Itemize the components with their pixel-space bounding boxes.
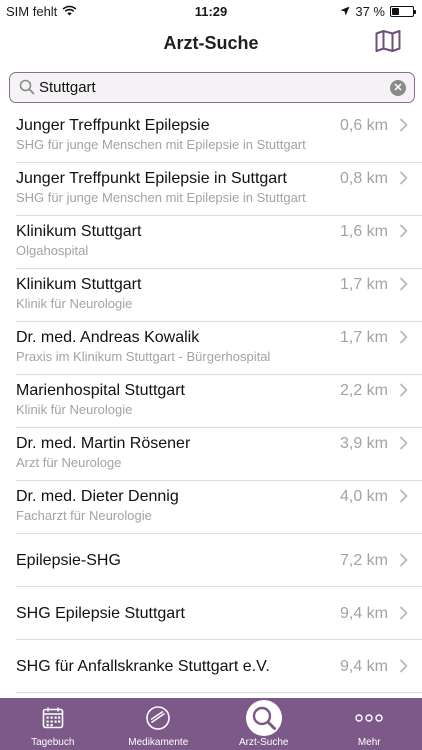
item-title: Dr. med. Andreas Kowalik (16, 329, 200, 346)
item-distance: 4,0 km (339, 488, 388, 505)
nav-bar: Arzt-Suche (0, 22, 422, 66)
item-title: Dr. med. Martin Rösener (16, 435, 191, 452)
item-distance: 3,9 km (339, 435, 388, 452)
search-icon (245, 700, 282, 736)
item-title: Epilepsie-SHG (16, 552, 121, 569)
close-icon: ✕ (393, 82, 403, 94)
item-subtitle: Klinik für Neurologie (16, 402, 133, 417)
list-item[interactable]: SHG Epilepsie Stuttgart 9,4 km (16, 587, 422, 640)
chevron-right-icon (399, 277, 409, 291)
chevron-right-icon (399, 224, 409, 238)
item-subtitle: SHG für junge Menschen mit Epilepsie in … (16, 137, 306, 152)
item-title: Marienhospital Stuttgart (16, 382, 185, 399)
tab-bar: Tagebuch Medikamente Arzt-Suche Mehr (0, 698, 422, 750)
page-title: Arzt-Suche (163, 33, 259, 53)
location-arrow-icon (340, 4, 350, 19)
item-distance: 1,7 km (339, 329, 388, 346)
list-item[interactable]: Epilepsie-SHG 7,2 km (16, 534, 422, 587)
pill-icon (144, 704, 172, 732)
tab-tagebuch[interactable]: Tagebuch (0, 698, 106, 750)
more-icon (355, 704, 383, 732)
tab-label: Mehr (357, 737, 381, 748)
item-distance: 9,4 km (339, 605, 388, 622)
item-title: Klinikum Stuttgart (16, 276, 142, 293)
item-title: SHG Epilepsie Stuttgart (16, 605, 185, 622)
calendar-icon (39, 704, 67, 732)
item-subtitle: SHG für junge Menschen mit Epilepsie in … (16, 190, 306, 205)
item-subtitle: Arzt für Neurologe (16, 455, 122, 470)
item-subtitle: Praxis im Klinikum Stuttgart - Bürgerhos… (16, 349, 271, 364)
map-button[interactable] (374, 29, 402, 57)
item-distance: 7,2 km (339, 552, 388, 569)
map-icon (375, 29, 401, 57)
list-item[interactable]: Klinikum Stuttgart Olgahospital 1,6 km (16, 216, 422, 269)
tab-label: Medikamente (128, 737, 189, 748)
search-icon (19, 79, 35, 95)
item-distance: 1,6 km (339, 223, 388, 240)
list-item[interactable]: Junger Treffpunkt Epilepsie SHG für junge… (16, 110, 422, 163)
tab-medikamente[interactable]: Medikamente (106, 698, 212, 750)
chevron-right-icon (399, 436, 409, 450)
list-item[interactable]: Dr. med. Andreas Kowalik Praxis im Klinik… (16, 322, 422, 375)
chevron-right-icon (399, 383, 409, 397)
list-item[interactable]: Dr. med. Martin Rösener Arzt für Neurolog… (16, 428, 422, 481)
results-list[interactable]: Junger Treffpunkt Epilepsie SHG für junge… (0, 110, 422, 698)
tab-arzt-suche[interactable]: Arzt-Suche (211, 698, 317, 750)
chevron-right-icon (399, 330, 409, 344)
item-subtitle: Olgahospital (16, 243, 89, 258)
tab-label: Arzt-Suche (239, 737, 289, 748)
item-title: Dr. med. Dieter Dennig (16, 488, 179, 505)
battery-icon (390, 6, 416, 17)
chevron-right-icon (399, 553, 409, 567)
search-bar: ✕ (9, 72, 415, 103)
item-distance: 0,8 km (339, 170, 388, 187)
item-distance: 1,7 km (339, 276, 388, 293)
item-title: Klinikum Stuttgart (16, 223, 142, 240)
item-distance: 2,2 km (339, 382, 388, 399)
chevron-right-icon (399, 118, 409, 132)
item-title: Junger Treffpunkt Epilepsie (16, 117, 210, 134)
chevron-right-icon (399, 659, 409, 673)
list-item[interactable]: SHG für Anfallskranke Stuttgart e.V. 9,4 … (16, 640, 422, 693)
battery-percent: 37 % (355, 4, 385, 19)
list-item[interactable]: Junger Treffpunkt Epilepsie in Suttgart S… (16, 163, 422, 216)
list-item[interactable]: Dr. med. Dieter Dennig Facharzt für Neuro… (16, 481, 422, 534)
chevron-right-icon (399, 489, 409, 503)
list-item[interactable]: Klinikum Stuttgart Klinik für Neurologie 1… (16, 269, 422, 322)
tab-label: Tagebuch (31, 737, 75, 748)
list-item[interactable]: Marienhospital Stuttgart Klinik für Neuro… (16, 375, 422, 428)
battery-fill (392, 8, 400, 15)
item-title: SHG für Anfallskranke Stuttgart e.V. (16, 658, 270, 675)
chevron-right-icon (399, 171, 409, 185)
clear-search-button[interactable]: ✕ (390, 80, 406, 96)
status-right: 37 % (340, 4, 416, 19)
item-distance: 0,6 km (339, 117, 388, 134)
search-input[interactable] (39, 76, 379, 98)
chevron-right-icon (399, 606, 409, 620)
item-distance: 9,4 km (339, 658, 388, 675)
item-title: Junger Treffpunkt Epilepsie in Suttgart (16, 170, 287, 187)
item-subtitle: Facharzt für Neurologie (16, 508, 152, 523)
tab-mehr[interactable]: Mehr (317, 698, 422, 750)
item-subtitle: Klinik für Neurologie (16, 296, 133, 311)
status-bar: SIM fehlt 11:29 37 % (0, 0, 422, 22)
